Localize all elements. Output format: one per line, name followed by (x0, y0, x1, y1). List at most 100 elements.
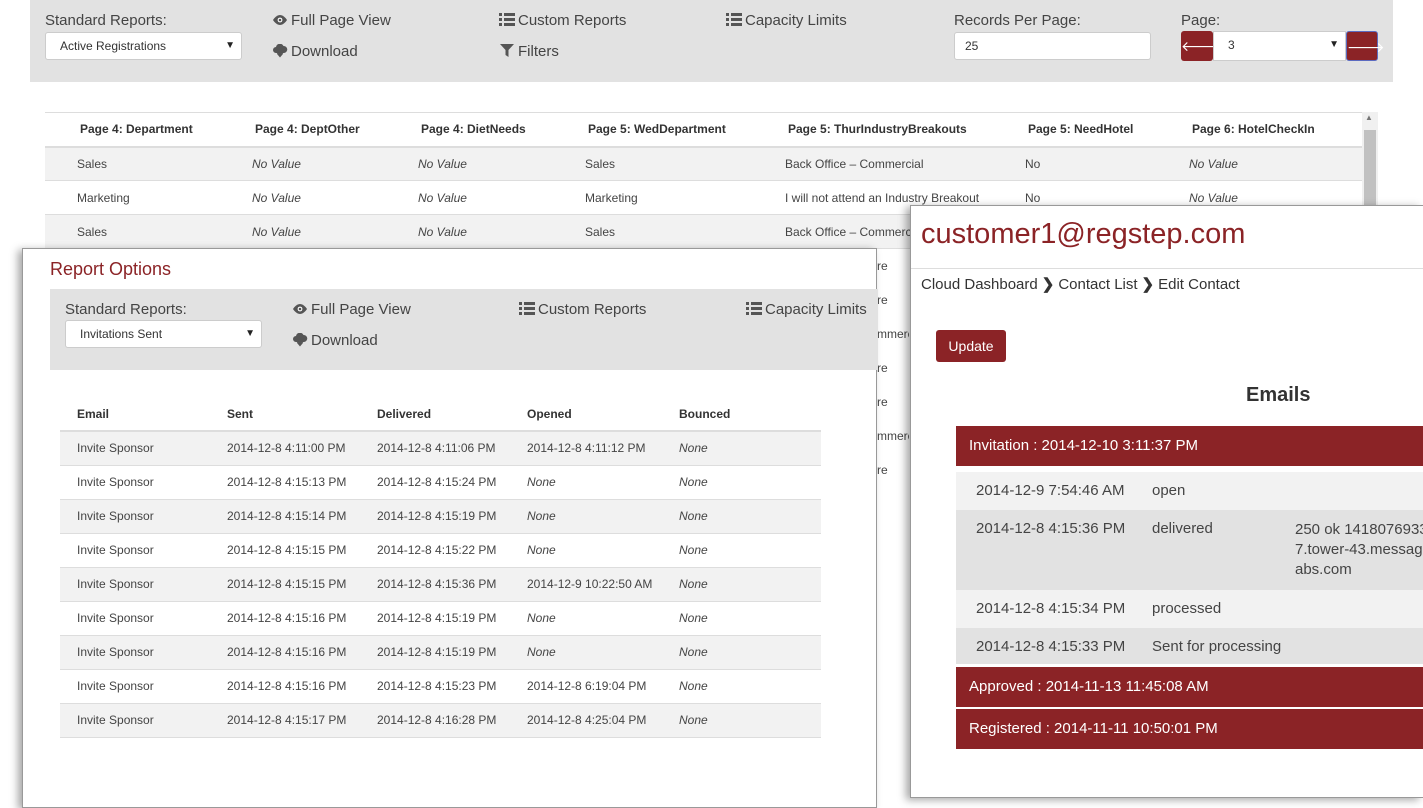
cell: None (662, 669, 821, 704)
capacity-limits-link[interactable]: Capacity Limits (746, 301, 867, 318)
cell: None (510, 533, 662, 568)
cell: No Value (252, 180, 418, 215)
cell: 2014-12-8 4:15:19 PM (360, 499, 510, 534)
full-page-view-label: Full Page View (311, 301, 411, 318)
page-select[interactable]: 3 ▼ (1213, 31, 1346, 61)
registered-band[interactable]: Registered : 2014-11-11 10:50:01 PM (956, 709, 1423, 749)
cell: Sales (45, 146, 252, 181)
cell: 2014-12-8 4:15:15 PM (210, 567, 360, 602)
table-header-row: Email Sent Delivered Opened Bounced (60, 397, 821, 432)
cell: Invite Sponsor (60, 465, 210, 500)
cell: None (662, 465, 821, 500)
column-header[interactable]: Opened (510, 397, 662, 432)
bg-filters-label: Filters (518, 43, 559, 60)
bg-filters-link[interactable]: Filters (499, 43, 559, 60)
bg-standard-reports-label: Standard Reports: (45, 12, 167, 29)
full-page-view-link[interactable]: Full Page View (292, 301, 411, 318)
cell: Marketing (45, 180, 252, 215)
list-icon (746, 302, 762, 316)
breadcrumb: Cloud Dashboard ❯ Contact List ❯ Edit Contac… (921, 275, 1240, 293)
cell: 2014-12-8 4:16:28 PM (360, 703, 510, 738)
report-options-title: Report Options (50, 259, 172, 279)
scroll-up-icon[interactable]: ▲ (1365, 113, 1373, 122)
cell: 2014-12-8 4:15:24 PM (360, 465, 510, 500)
column-header[interactable]: Page 5: NeedHotel (1025, 112, 1189, 148)
bg-custom-reports-link[interactable]: Custom Reports (499, 12, 626, 29)
list-icon (519, 302, 535, 316)
approved-band[interactable]: Approved : 2014-11-13 11:45:08 AM (956, 667, 1423, 707)
event-time: 2014-12-8 4:15:33 PM (976, 638, 1126, 655)
bg-download-link[interactable]: Download (272, 43, 358, 60)
invitations-table: Email Sent Delivered Opened Bounced Invi… (60, 397, 821, 738)
email-event-row: 2014-12-8 4:15:33 PM Sent for processing (956, 628, 1423, 664)
column-header[interactable]: Page 4: DietNeeds (418, 112, 585, 148)
records-per-page-input[interactable]: 25 (954, 32, 1151, 60)
cell: 2014-12-8 4:15:16 PM (210, 669, 360, 704)
cell: Invite Sponsor (60, 601, 210, 636)
column-header[interactable]: Page 5: WedDepartment (585, 112, 785, 148)
email-event-row: 2014-12-8 4:15:36 PM delivered 250 ok 14… (956, 510, 1423, 590)
bg-standard-reports-select[interactable]: Active Registrations ▼ (45, 32, 242, 60)
table-row: Invite Sponsor 2014-12-8 4:15:15 PM 2014-1… (60, 533, 821, 568)
cell: No (1025, 146, 1189, 181)
cell: Back Office – Commercial (785, 146, 1025, 181)
event-detail: 250 ok 1418076933 7.tower-43.messagelabs… (1295, 521, 1423, 578)
cell: Marketing (585, 180, 785, 215)
caret-down-icon: ▼ (245, 328, 255, 339)
cell: 2014-12-9 10:22:50 AM (510, 567, 662, 602)
list-icon (499, 13, 515, 27)
table-row: Invite Sponsor 2014-12-8 4:15:16 PM 2014-1… (60, 669, 821, 704)
breadcrumb-cloud-dashboard[interactable]: Cloud Dashboard (921, 276, 1038, 293)
cell: No Value (418, 180, 585, 215)
table-row: Invite Sponsor 2014-12-8 4:15:17 PM 2014-1… (60, 703, 821, 738)
bg-capacity-limits-link[interactable]: Capacity Limits (726, 12, 847, 29)
breadcrumb-contact-list[interactable]: Contact List (1058, 276, 1137, 293)
column-header[interactable]: Delivered (360, 397, 510, 432)
edit-contact-window: customer1@regstep.com Cloud Dashboard ❯ Co… (910, 205, 1423, 798)
table-row: Invite Sponsor 2014-12-8 4:11:00 PM 2014-1… (60, 431, 821, 466)
cell: Invite Sponsor (60, 533, 210, 568)
standard-reports-value: Invitations Sent (80, 327, 163, 341)
column-header[interactable]: Page 4: DeptOther (252, 112, 418, 148)
cell: 2014-12-8 4:15:19 PM (360, 635, 510, 670)
standard-reports-label: Standard Reports: (65, 301, 187, 318)
records-per-page-label: Records Per Page: (954, 12, 1081, 29)
standard-reports-select[interactable]: Invitations Sent ▼ (65, 320, 262, 348)
column-header[interactable]: Bounced (662, 397, 821, 432)
column-header[interactable]: Page 4: Department (45, 112, 252, 148)
prev-page-button[interactable]: 🡐 (1181, 31, 1219, 61)
cell: Invite Sponsor (60, 499, 210, 534)
email-event-row: 2014-12-8 4:15:34 PM processed (956, 590, 1423, 628)
event-time: 2014-12-8 4:15:36 PM (976, 520, 1126, 537)
bg-capacity-limits-label: Capacity Limits (745, 12, 847, 29)
cell: 2014-12-8 4:15:36 PM (360, 567, 510, 602)
download-link[interactable]: Download (292, 332, 378, 349)
column-header[interactable]: Sent (210, 397, 360, 432)
chevron-right-icon: ❯ (1041, 276, 1055, 293)
column-header[interactable]: Page 6: HotelCheckIn (1189, 112, 1362, 148)
update-button[interactable]: Update (936, 330, 1006, 362)
bg-custom-reports-label: Custom Reports (518, 12, 627, 29)
bg-standard-reports-value: Active Registrations (60, 39, 167, 53)
cell: 2014-12-8 4:15:15 PM (210, 533, 360, 568)
partial-cell-text: re (877, 293, 888, 307)
column-header[interactable]: Page 5: ThurIndustryBreakouts (785, 112, 1025, 148)
partial-cell-text: mmerc (877, 429, 909, 443)
cell: Invite Sponsor (60, 567, 210, 602)
cell: 2014-12-8 4:15:22 PM (360, 533, 510, 568)
cell: 2014-12-8 4:11:06 PM (360, 431, 510, 466)
cell: Sales (585, 146, 785, 181)
cell: 2014-12-8 4:25:04 PM (510, 703, 662, 738)
next-page-button[interactable]: 🡒 (1346, 31, 1385, 61)
table-row: Invite Sponsor 2014-12-8 4:15:15 PM 2014-1… (60, 567, 821, 602)
bg-full-page-view-link[interactable]: Full Page View (272, 12, 391, 29)
column-header[interactable]: Email (60, 397, 210, 432)
eye-icon (292, 302, 308, 316)
cell: No Value (418, 146, 585, 181)
cell: None (662, 601, 821, 636)
custom-reports-link[interactable]: Custom Reports (519, 301, 646, 318)
cell: Invite Sponsor (60, 635, 210, 670)
eye-icon (272, 13, 288, 27)
invitation-band[interactable]: Invitation : 2014-12-10 3:11:37 PM (956, 426, 1423, 466)
caret-down-icon: ▼ (1329, 39, 1339, 50)
